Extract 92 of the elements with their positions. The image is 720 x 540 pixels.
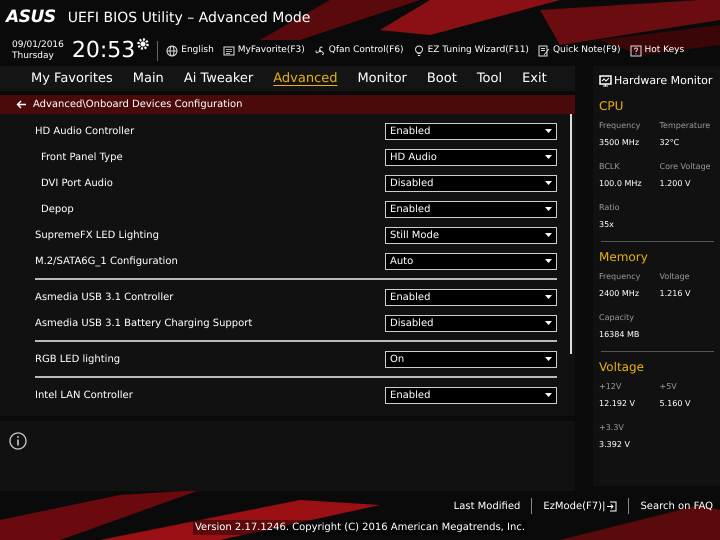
dropdown[interactable]: Enabled xyxy=(385,386,557,404)
stat-label: +12V xyxy=(599,381,622,393)
setting-label: SupremeFX LED Lighting xyxy=(35,228,159,242)
footer-link[interactable]: Search on FAQ xyxy=(640,498,713,514)
dropdown[interactable]: HD Audio xyxy=(385,148,557,166)
dropdown[interactable]: Enabled xyxy=(385,122,557,140)
caret-icon xyxy=(545,393,552,397)
caret-icon xyxy=(545,357,552,361)
stat-label: Voltage xyxy=(660,271,691,283)
setting-label: RGB LED lighting xyxy=(35,352,120,366)
section-title: Voltage xyxy=(599,359,646,376)
help-icon[interactable] xyxy=(630,45,642,57)
dropdown[interactable]: Disabled xyxy=(385,314,557,332)
toolbar-link[interactable]: English xyxy=(181,44,214,58)
stat-value: 5.160 V xyxy=(660,398,692,410)
toolbar-link[interactable]: Qfan Control(F6) xyxy=(328,44,404,58)
section-title: Memory xyxy=(599,249,649,266)
stat-value: 32°C xyxy=(660,137,680,149)
menu-tab[interactable]: Advanced xyxy=(273,68,338,88)
fan-icon[interactable] xyxy=(314,45,326,57)
globe-icon[interactable] xyxy=(166,45,178,57)
scrollbar[interactable] xyxy=(570,114,572,354)
logo: ASUS xyxy=(6,6,56,30)
caret-icon xyxy=(545,233,552,237)
exit-icon[interactable] xyxy=(606,500,618,512)
version-text: Version 2.17.1246. Copyright (C) 2016 American Megatrends, Inc. xyxy=(192,520,528,535)
list-icon[interactable] xyxy=(222,45,235,57)
menu-tab[interactable]: Main xyxy=(132,68,164,88)
stat-value: 16384 MB xyxy=(599,329,640,341)
stat-label: Frequency xyxy=(599,271,642,283)
menu-tab[interactable]: Boot xyxy=(426,68,457,88)
day-text: Thursday xyxy=(12,51,55,62)
stat-label: BCLK xyxy=(599,161,621,173)
setting-label: Intel LAN Controller xyxy=(35,388,133,402)
dropdown[interactable]: On xyxy=(385,350,557,368)
caret-icon xyxy=(545,295,552,299)
setting-label: HD Audio Controller xyxy=(35,124,134,138)
section-title: CPU xyxy=(599,98,624,115)
stat-value: 1.216 V xyxy=(660,288,692,300)
menu-tab[interactable]: Tool xyxy=(476,68,502,88)
stat-label: Frequency xyxy=(599,120,642,132)
note-icon[interactable] xyxy=(538,45,550,57)
clock-text: 20:53 xyxy=(72,40,136,62)
setting-label: M.2/SATA6G_1 Configuration xyxy=(35,254,178,268)
date-text: 09/01/2016 xyxy=(12,40,64,51)
caret-icon xyxy=(545,129,552,133)
menu-tab[interactable]: Monitor xyxy=(357,68,407,88)
setting-label: Asmedia USB 3.1 Battery Charging Support xyxy=(35,316,252,330)
menu-tab[interactable]: My Favorites xyxy=(31,68,113,88)
menu-tab[interactable]: Ai Tweaker xyxy=(184,68,254,88)
dropdown[interactable]: Enabled xyxy=(385,200,557,218)
toolbar-link[interactable]: Hot Keys xyxy=(644,44,684,58)
breadcrumb-text: Advanced\Onboard Devices Configuration xyxy=(33,98,242,112)
stat-value: 2400 MHz xyxy=(599,288,640,300)
dropdown[interactable]: Enabled xyxy=(385,288,557,306)
settings-icon[interactable] xyxy=(137,38,150,50)
stat-value: 35x xyxy=(599,219,615,231)
dropdown[interactable]: Still Mode xyxy=(385,226,557,244)
setting-label: Front Panel Type xyxy=(40,150,123,164)
stat-value: 100.0 MHz xyxy=(599,178,643,190)
stat-value: 3.392 V xyxy=(599,439,631,451)
window-title: UEFI BIOS Utility – Advanced Mode xyxy=(68,8,310,28)
lightbulb-icon[interactable] xyxy=(412,45,425,57)
stat-label: Core Voltage xyxy=(660,161,712,173)
caret-icon xyxy=(545,181,552,185)
caret-icon xyxy=(545,155,552,159)
panel-title: Hardware Monitor xyxy=(614,72,712,89)
toolbar-link[interactable]: MyFavorite(F3) xyxy=(238,44,305,58)
toolbar-link[interactable]: EZ Tuning Wizard(F11) xyxy=(428,44,529,58)
stat-label: Temperature xyxy=(660,120,712,132)
stat-label: Capacity xyxy=(599,312,635,324)
footer-link[interactable]: Last Modified xyxy=(454,498,520,514)
info-icon[interactable] xyxy=(9,432,27,450)
stat-label: +5V xyxy=(660,381,678,393)
monitor-icon xyxy=(599,75,612,87)
stat-label: Ratio xyxy=(599,202,621,214)
setting-label: Asmedia USB 3.1 Controller xyxy=(35,290,174,304)
dropdown[interactable]: Auto xyxy=(385,252,557,270)
toolbar-link[interactable]: Quick Note(F9) xyxy=(552,44,620,58)
stat-label: +3.3V xyxy=(599,422,625,434)
stat-value: 1.200 V xyxy=(660,178,692,190)
caret-icon xyxy=(545,207,552,211)
back-arrow-icon[interactable] xyxy=(16,100,27,109)
setting-label: Depop xyxy=(40,202,74,216)
caret-icon xyxy=(545,259,552,263)
stat-value: 12.192 V xyxy=(599,398,636,410)
dropdown[interactable]: Disabled xyxy=(385,174,557,192)
caret-icon xyxy=(545,321,552,325)
menu-tab[interactable]: Exit xyxy=(522,68,547,88)
stat-value: 3500 MHz xyxy=(599,137,640,149)
footer-link[interactable]: EzMode(F7)| xyxy=(543,498,606,514)
setting-label: DVI Port Audio xyxy=(40,176,113,190)
